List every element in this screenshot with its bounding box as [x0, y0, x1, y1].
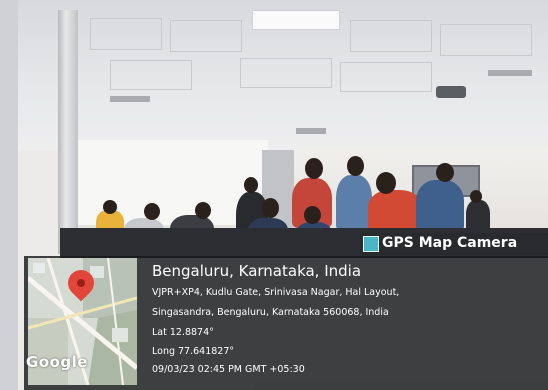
person-head [195, 202, 211, 219]
person [336, 175, 372, 231]
person-head [262, 198, 279, 218]
ceiling-vent [296, 128, 326, 134]
ceiling-tile [110, 60, 192, 90]
gps-watermark-label: GPS Map Camera [382, 235, 518, 251]
projector [436, 86, 466, 98]
person [368, 190, 422, 232]
ceiling-vent [488, 70, 532, 76]
pillar [58, 10, 78, 254]
latitude: Lat 12.8874° [152, 327, 214, 338]
person-head [470, 190, 482, 203]
ceiling-tile [240, 58, 332, 88]
ceiling-tile [350, 20, 432, 52]
address-line-1: VJPR+XP4, Kudlu Gate, Srinivasa Nagar, H… [152, 287, 400, 298]
ceiling-light [252, 10, 340, 30]
google-attribution: Google [26, 353, 88, 371]
person-head [144, 203, 160, 220]
office-photo: GPS Map Camera Google Bengaluru, Karnata… [0, 0, 548, 390]
map-camera-icon [363, 236, 379, 252]
address-line-2: Singasandra, Bengaluru, Karnataka 560068… [152, 307, 389, 318]
person [416, 180, 464, 232]
longitude: Long 77.641827° [152, 346, 235, 357]
ceiling-tile [90, 18, 162, 50]
date-time: 09/03/23 02:45 PM GMT +05:30 [152, 364, 305, 375]
person-head [304, 206, 321, 224]
person-head [244, 177, 258, 193]
left-wall-panel [0, 0, 18, 390]
ceiling-tile [170, 20, 242, 52]
person-head [436, 163, 454, 182]
person-head [376, 172, 396, 194]
ceiling-tile [340, 62, 432, 92]
person-head [103, 200, 117, 214]
gps-watermark: GPS Map Camera [360, 233, 548, 255]
person-head [305, 158, 323, 179]
location-title: Bengaluru, Karnataka, India [152, 262, 362, 280]
ceiling-vent [110, 96, 150, 102]
ceiling-tile [440, 24, 532, 56]
person-head [347, 156, 364, 176]
